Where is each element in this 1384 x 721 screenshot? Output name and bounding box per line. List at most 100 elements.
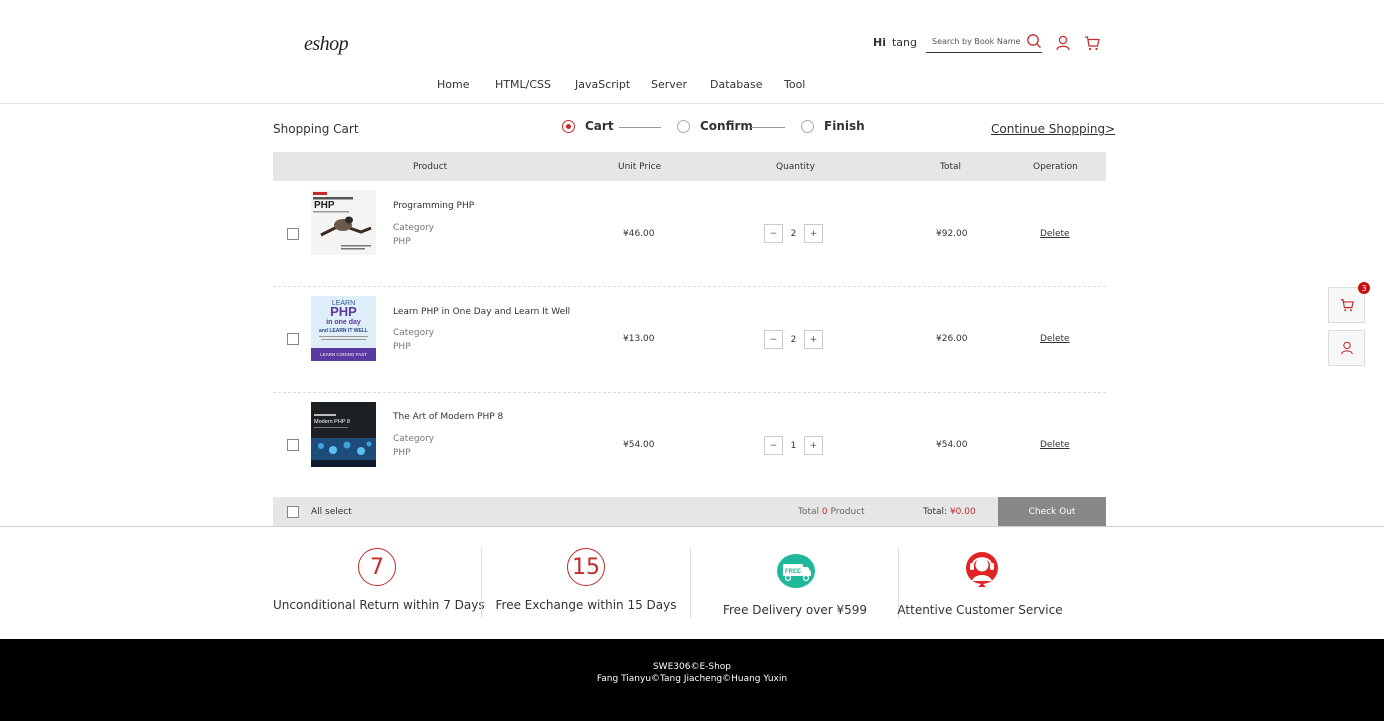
row-checkbox[interactable] — [287, 228, 299, 240]
svg-text:FREE: FREE — [785, 569, 801, 575]
service-label: Free Delivery over ¥599 — [722, 603, 868, 617]
table-row: LEARN PHP in one day and LEARN IT WELL L… — [273, 287, 1106, 393]
category-label: Category — [393, 223, 435, 233]
select-all-checkbox[interactable] — [287, 506, 299, 518]
column-unit-price: Unit Price — [618, 162, 662, 172]
total-value: ¥0.00 — [949, 507, 976, 517]
cart-summary-bar: All select Total 0 Product Total: ¥0.00 … — [273, 497, 1106, 526]
step-label: Cart — [585, 119, 614, 133]
row-total: ¥26.00 — [936, 334, 968, 344]
step-confirm: Confirm — [677, 119, 753, 133]
step-label: Confirm — [700, 119, 753, 133]
book-title[interactable]: Learn PHP in One Day and Learn It Well — [393, 307, 570, 317]
modern-php-cover[interactable]: Modern PHP 8 — [311, 402, 376, 467]
total-product-count: Total 0 Product — [798, 507, 865, 517]
service-delivery: FREE Free Delivery over ¥599 — [691, 548, 899, 620]
table-row: Modern PHP 8 The Art of Modern PHP 8 Cat… — [273, 393, 1106, 499]
unit-price: ¥13.00 — [623, 334, 655, 344]
nav-server[interactable]: Server — [651, 78, 687, 91]
category-value: PHP — [393, 237, 411, 247]
user-greeting: Hi tang — [873, 36, 917, 49]
user-icon — [1340, 341, 1353, 355]
quantity-stepper: − 1 + — [764, 436, 823, 455]
step-label: Finish — [824, 119, 865, 133]
cart-table-header: Product Unit Price Quantity Total Operat… — [273, 152, 1106, 181]
site-header: eshop Hitang Home HTML/CSS JavaScript Se… — [0, 0, 1384, 104]
svg-text:in one day: in one day — [326, 319, 361, 326]
checkout-button[interactable]: Check Out — [998, 497, 1106, 526]
category-value: PHP — [393, 342, 411, 352]
step-radio-active — [562, 119, 575, 133]
decrement-button[interactable]: − — [764, 436, 783, 455]
svg-text:Modern PHP 8: Modern PHP 8 — [314, 419, 350, 425]
row-checkbox[interactable] — [287, 439, 299, 451]
increment-button[interactable]: + — [804, 224, 823, 243]
decrement-button[interactable]: − — [764, 224, 783, 243]
service-label: Unconditional Return within 7 Days — [273, 598, 485, 612]
quantity-stepper: − 2 + — [764, 224, 823, 243]
svg-text:and LEARN IT WELL: and LEARN IT WELL — [319, 328, 368, 334]
continue-shopping-link[interactable]: Continue Shopping> — [991, 122, 1115, 136]
increment-button[interactable]: + — [804, 330, 823, 349]
learn-php-cover[interactable]: LEARN PHP in one day and LEARN IT WELL L… — [311, 296, 376, 361]
user-icon[interactable] — [1055, 35, 1071, 51]
increment-button[interactable]: + — [804, 436, 823, 455]
column-total: Total — [940, 162, 962, 172]
search-box — [926, 29, 1042, 53]
search-input[interactable] — [926, 31, 1022, 52]
total-label: Total: — [923, 507, 948, 517]
delete-link[interactable]: Delete — [1040, 334, 1070, 344]
row-checkbox[interactable] — [287, 333, 299, 345]
unit-price: ¥46.00 — [623, 229, 655, 239]
category-value: PHP — [393, 448, 411, 458]
authors-line: Fang Tianyu©Tang Jiacheng©Huang Yuxin — [596, 674, 788, 684]
category-label: Category — [393, 434, 435, 444]
total-amount: Total: ¥0.00 — [923, 507, 976, 517]
page-title: Shopping Cart — [273, 122, 359, 136]
programming-php-cover[interactable]: PHP — [311, 190, 376, 255]
step-radio — [677, 119, 690, 133]
main-nav: Home HTML/CSS JavaScript Server Database… — [0, 78, 1384, 94]
select-all-label[interactable]: All select — [311, 507, 352, 517]
nav-javascript[interactable]: JavaScript — [575, 78, 630, 91]
book-title[interactable]: The Art of Modern PHP 8 — [393, 412, 503, 422]
side-user-button[interactable] — [1328, 330, 1365, 366]
quantity-stepper: − 2 + — [764, 330, 823, 349]
svg-text:PHP: PHP — [314, 200, 335, 211]
total-count: 0 — [821, 507, 828, 517]
username: tang — [891, 36, 917, 49]
total-prefix: Total — [798, 507, 820, 517]
cart-icon[interactable] — [1084, 35, 1100, 51]
greeting-text: Hi — [873, 36, 886, 49]
eshop-logo[interactable]: eshop — [304, 33, 349, 56]
step-finish: Finish — [801, 119, 865, 133]
service-label: Free Exchange within 15 Days — [495, 598, 677, 612]
nav-tool[interactable]: Tool — [784, 78, 805, 91]
seven-days-icon: 7 — [358, 548, 396, 586]
book-title[interactable]: Programming PHP — [393, 201, 474, 211]
quantity-value[interactable]: 1 — [783, 441, 804, 451]
category-label: Category — [393, 328, 435, 338]
customer-service-icon — [966, 552, 998, 587]
unit-price: ¥54.00 — [623, 440, 655, 450]
row-total: ¥92.00 — [936, 229, 968, 239]
service-return: 7 Unconditional Return within 7 Days — [273, 548, 485, 620]
quantity-value[interactable]: 2 — [783, 335, 804, 345]
total-suffix: Product — [830, 507, 865, 517]
delete-link[interactable]: Delete — [1040, 229, 1070, 239]
svg-text:PHP: PHP — [330, 304, 357, 319]
decrement-button[interactable]: − — [764, 330, 783, 349]
copyright-line: SWE306©E-Shop — [652, 662, 732, 672]
column-quantity: Quantity — [776, 162, 815, 172]
quantity-value[interactable]: 2 — [783, 229, 804, 239]
service-exchange: 15 Free Exchange within 15 Days — [482, 548, 690, 620]
nav-home[interactable]: Home — [437, 78, 469, 91]
nav-database[interactable]: Database — [710, 78, 763, 91]
step-connector — [619, 127, 661, 128]
search-icon[interactable] — [1026, 33, 1042, 49]
nav-html-css[interactable]: HTML/CSS — [495, 78, 551, 91]
delete-link[interactable]: Delete — [1040, 440, 1070, 450]
cart-count-badge: 3 — [1358, 282, 1370, 294]
column-product: Product — [413, 162, 448, 172]
service-support: Attentive Customer Service — [876, 548, 1084, 620]
